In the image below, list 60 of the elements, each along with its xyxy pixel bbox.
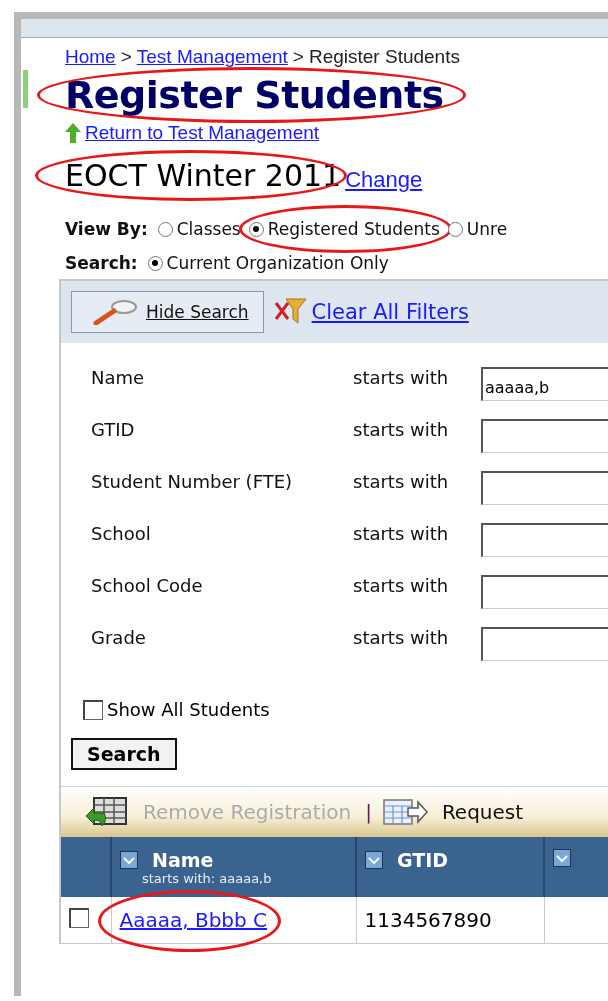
column-title: GTID (397, 849, 449, 871)
radio-button[interactable] (147, 255, 163, 271)
filter-label: School Code (91, 575, 204, 596)
toolbar-button[interactable]: Request (437, 800, 528, 824)
check-icon (556, 853, 568, 863)
test-name: EOCT Winter 2011 (65, 158, 342, 193)
breadcrumb-link[interactable]: Test Management (136, 46, 288, 68)
change-link[interactable]: Change (345, 167, 423, 193)
radio-label: Classes (176, 219, 241, 239)
check-icon (368, 855, 380, 865)
checkbox[interactable] (83, 699, 103, 720)
clear-filter-icon (273, 297, 306, 327)
checkbox-label: Show All Students (107, 699, 270, 720)
column-header[interactable]: GTID (356, 837, 544, 897)
check-icon (123, 855, 135, 865)
radio-button[interactable] (157, 221, 173, 237)
filter-operator: starts with (353, 575, 450, 596)
row-checkbox[interactable] (69, 907, 89, 928)
radio-button[interactable] (447, 221, 463, 237)
column-filter-text: starts with: aaaaa,b (141, 871, 273, 886)
student-name-link[interactable]: Aaaaa, Bbbb C (119, 908, 268, 932)
filter-label: School (91, 523, 152, 544)
radio-label: Current Organization Only (166, 253, 389, 273)
filter-operator: starts with (353, 367, 450, 388)
column-checkbox[interactable] (553, 849, 571, 867)
filter-label: GTID (91, 419, 136, 440)
breadcrumb-current: Register Students (308, 46, 460, 68)
search-button[interactable]: Search (71, 738, 177, 770)
filter-operator: starts with (353, 627, 450, 648)
radio-button[interactable] (248, 221, 264, 237)
radio-label: Unre (466, 219, 508, 239)
filter-label: Grade (91, 627, 147, 648)
accent-bar (23, 70, 28, 108)
hide-search-button[interactable]: Hide Search (71, 291, 264, 333)
page-title: Register Students (65, 72, 444, 119)
breadcrumb-link[interactable]: Home (65, 46, 116, 68)
table-forward-arrow-icon (381, 796, 428, 828)
column-title: Name (152, 849, 214, 871)
search-label: Search: (65, 253, 138, 273)
column-header[interactable]: Name starts with: aaaaa,b (111, 837, 356, 897)
filter-operator: starts with (353, 471, 450, 492)
breadcrumb-separator: > (292, 46, 304, 68)
column-checkbox[interactable] (365, 851, 383, 869)
filter-field[interactable]: aaaaa,b (481, 367, 608, 401)
toolbar-separator: | (365, 800, 372, 824)
filter-label: Student Number (FTE) (91, 471, 294, 492)
column-checkbox[interactable] (120, 851, 138, 869)
clear-filters-link[interactable]: Clear All Filters (311, 300, 469, 324)
filter-label: Name (91, 367, 146, 388)
header-cell (61, 837, 111, 897)
magnifier-icon (92, 299, 138, 325)
up-arrow-icon (65, 123, 81, 143)
view-by-label: View By: (65, 219, 148, 239)
breadcrumb-separator: > (120, 46, 132, 68)
return-link[interactable]: Return to Test Management (85, 122, 320, 144)
filter-operator: starts with (353, 419, 450, 440)
table-back-arrow-icon (83, 796, 129, 828)
filter-operator: starts with (353, 523, 450, 544)
cell-text: 1134567890 (364, 908, 492, 932)
radio-label: Registered Students (267, 219, 440, 239)
